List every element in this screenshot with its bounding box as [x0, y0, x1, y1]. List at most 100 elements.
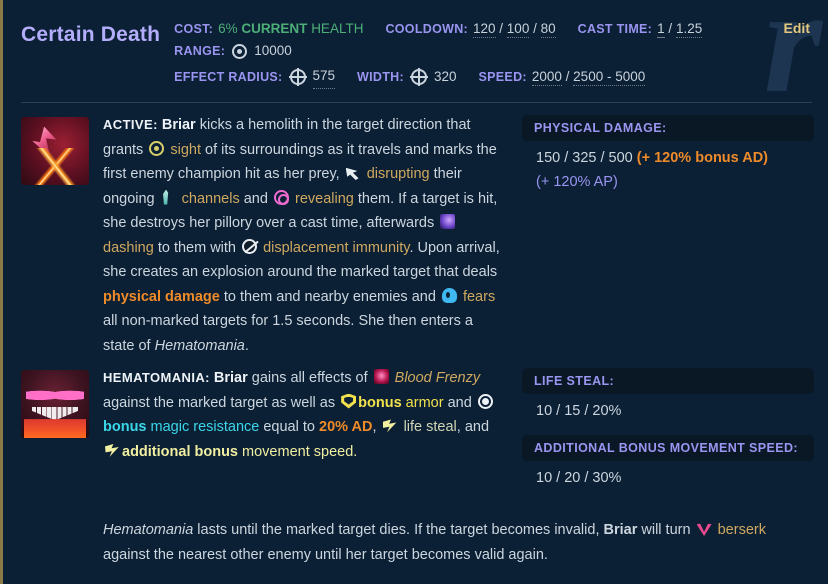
armor-icon — [341, 393, 357, 409]
stat-cooldown-value: 120 / 100 / 80 — [473, 21, 556, 38]
passive-stats-col: LIFE STEAL: 10 / 15 / 20% ADDITIONAL BON… — [522, 366, 814, 502]
ability-footer: Hematomania lasts until the marked targe… — [3, 506, 828, 584]
stat-cost-current: CURRENT — [241, 21, 308, 36]
kw-dashing[interactable]: dashing — [103, 240, 154, 256]
pd-ratio-open: (+ 120% — [636, 150, 696, 166]
stat-effect-radius-value: 575 — [312, 65, 336, 89]
hematomania-ability-icon[interactable] — [21, 370, 89, 438]
ability-header: Certain Death COST: 6% CURRENT HEALTH CO… — [3, 0, 828, 102]
pd-ratio-bold: bonus — [695, 150, 739, 166]
stat-box-life-steal: LIFE STEAL: 10 / 15 / 20% — [522, 368, 814, 423]
footer-hematomania: Hematomania — [103, 522, 194, 538]
kw-displacement-immunity[interactable]: displacement immunity — [263, 240, 409, 256]
stat-speed: SPEED: 2000 / 2500 - 5000 — [479, 66, 646, 88]
life-steal-icon — [382, 419, 397, 433]
kw-berserk[interactable]: berserk — [718, 522, 766, 538]
stat-effect-radius-key: EFFECT RADIUS: — [174, 70, 283, 84]
kw-sight[interactable]: sight — [170, 142, 201, 158]
hematomania-block: HEMATOMANIA: Briar gains all effects of … — [21, 366, 814, 502]
stat-box-body: 150 / 325 / 500 (+ 120% bonus AD) (+ 120… — [522, 141, 814, 194]
stat-cast-time-value: 1 / 1.25 — [657, 21, 703, 38]
kw-bonus-armor-bold: bonus — [358, 394, 402, 411]
ct-a: 1 — [657, 21, 665, 38]
stat-width-key: WIDTH: — [357, 70, 404, 84]
stat-cost-value: 6% CURRENT HEALTH — [218, 18, 363, 40]
footer-champ-name: Briar — [603, 522, 638, 538]
physical-damage-ap-line: (+ 120% AP) — [536, 174, 618, 190]
footer-p1e: against the nearest other enemy until he… — [103, 546, 548, 563]
passive-t5: equal to — [259, 419, 319, 435]
stat-box-title: LIFE STEAL: — [522, 368, 814, 394]
ability-body: ACTIVE: Briar kicks a hemolith in the ta… — [3, 103, 828, 502]
passive-t4: and — [443, 394, 476, 411]
stat-speed-key: SPEED: — [478, 70, 527, 84]
certain-death-ability-icon[interactable] — [21, 117, 89, 185]
stat-box-body: 10 / 15 / 20% — [536, 403, 622, 419]
stat-range: RANGE: 10000 — [174, 40, 292, 62]
crosshair-icon — [409, 68, 428, 86]
header-stat-lines: COST: 6% CURRENT HEALTH COOLDOWN: 120 / … — [174, 14, 773, 92]
stat-range-value: 10000 — [254, 43, 292, 58]
fear-icon — [441, 287, 457, 303]
passive-t6: , — [372, 419, 381, 435]
cd-a: 120 — [473, 21, 496, 38]
pd-ratio: (+ 120% bonus AD) — [637, 150, 768, 166]
sight-icon — [149, 140, 165, 156]
channel-icon — [163, 189, 169, 205]
ct-b: 1.25 — [675, 21, 703, 38]
edit-button[interactable]: Edit — [774, 14, 814, 36]
sp-b: 2500 - 5000 — [573, 69, 646, 86]
blood-frenzy-icon — [373, 369, 389, 384]
reveal-icon — [273, 189, 289, 205]
stat-cast-time: CAST TIME: 1 / 1.25 — [578, 18, 703, 40]
active-t11: . — [244, 337, 249, 354]
footer-p1d: will turn — [637, 522, 695, 538]
kw-revealing[interactable]: revealing — [295, 191, 354, 207]
kw-armor[interactable]: armor — [402, 395, 444, 411]
active-t9: to them and nearby enemies and — [219, 288, 440, 305]
stat-width: WIDTH: 320 — [357, 66, 457, 88]
passive-t2: gains all effects of — [247, 370, 372, 386]
disrupt-icon — [345, 167, 359, 180]
stat-speed-value: 2000 / 2500 - 5000 — [531, 69, 646, 86]
movement-speed-icon — [105, 444, 119, 457]
kw-20-percent-ad: 20% AD — [319, 419, 373, 435]
active-label: ACTIVE: — [103, 117, 158, 132]
kw-life-steal[interactable]: life steal — [404, 419, 457, 435]
pd-base: 150 / 325 / 500 — [536, 150, 637, 166]
kw-movement-speed[interactable]: movement speed. — [238, 444, 357, 460]
kw-bonus-mr-bold: bonus — [103, 419, 147, 435]
stat-range-key: RANGE: — [174, 44, 226, 58]
active-t7: to them with — [153, 239, 241, 256]
kw-disrupting[interactable]: disrupting — [367, 166, 430, 182]
hematomania-label: HEMATOMANIA: — [103, 370, 210, 385]
stat-cost-key: COST: — [174, 22, 214, 36]
stat-box-additional-bonus-movement-speed: ADDITIONAL BONUS MOVEMENT SPEED: 10 / 20… — [522, 435, 814, 490]
cd-b: 100 — [506, 21, 530, 38]
header-stat-row-2: EFFECT RADIUS: 575 WIDTH: 320 SPEED: 200… — [174, 65, 773, 89]
active-text-col: ACTIVE: Briar kicks a hemolith in the ta… — [103, 113, 508, 358]
ability-tooltip-card: r Certain Death COST: 6% CURRENT HEALTH … — [0, 0, 828, 584]
stat-box-title: ADDITIONAL BONUS MOVEMENT SPEED: — [522, 435, 814, 461]
active-champ-name: Briar — [161, 117, 196, 133]
passive-champ-name: Briar — [213, 370, 248, 386]
kw-magic-resistance[interactable]: magic resistance — [147, 419, 260, 435]
displacement-immunity-icon — [242, 238, 258, 254]
footer-spacer — [103, 567, 810, 584]
cd-c: 80 — [540, 21, 556, 38]
kw-fears[interactable]: fears — [463, 289, 495, 305]
kw-hematomania: Hematomania — [154, 337, 245, 354]
active-icon-col — [21, 113, 89, 185]
passive-text-col: HEMATOMANIA: Briar gains all effects of … — [103, 366, 508, 464]
active-t5: and — [239, 190, 272, 207]
footer-p1b: lasts until the marked target dies. If t… — [193, 522, 604, 538]
sp-a: 2000 — [531, 69, 562, 86]
kw-physical-damage[interactable]: physical damage — [103, 289, 220, 305]
passive-t3: against the marked target as well as — [103, 394, 340, 411]
stat-box-physical-damage: PHYSICAL DAMAGE: 150 / 325 / 500 (+ 120%… — [522, 115, 814, 194]
kw-channels[interactable]: channels — [182, 191, 240, 207]
header-stat-row-1: COST: 6% CURRENT HEALTH COOLDOWN: 120 / … — [174, 18, 773, 62]
active-description: ACTIVE: Briar kicks a hemolith in the ta… — [103, 113, 502, 358]
crosshair-icon — [288, 68, 307, 86]
kw-blood-frenzy[interactable]: Blood Frenzy — [395, 370, 480, 386]
